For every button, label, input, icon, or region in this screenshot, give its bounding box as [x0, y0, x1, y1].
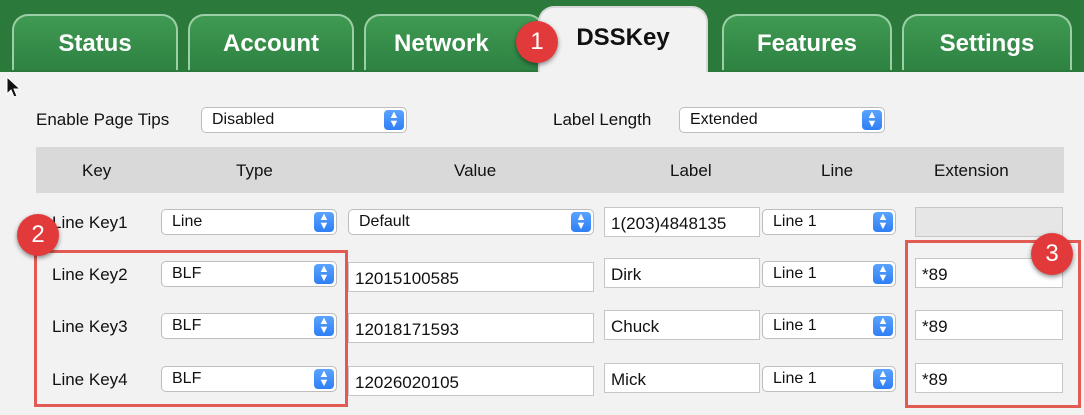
label-input[interactable]: Mick [604, 363, 760, 393]
select-arrows-icon: ▲ ▼ [873, 264, 893, 284]
header-type: Type [236, 161, 273, 180]
header-value: Value [454, 161, 497, 180]
highlight-box-keys [34, 250, 348, 407]
value-input[interactable]: 12015100585 [348, 262, 594, 292]
select-arrows-icon: ▲ ▼ [314, 212, 334, 232]
header-label: Label [670, 161, 712, 180]
select-arrows-icon: ▲ ▼ [384, 110, 404, 130]
tab-status[interactable]: Status [12, 14, 178, 70]
page-tips-label: Enable Page Tips [36, 110, 170, 129]
value-input[interactable]: 12026020105 [348, 366, 594, 396]
line-select[interactable]: Line 1 ▲ ▼ [762, 313, 896, 339]
select-arrows-icon: ▲ ▼ [571, 212, 591, 232]
key-label: Line Key1 [52, 213, 128, 232]
label-input[interactable]: 1(203)4848135 [604, 207, 760, 237]
tab-account[interactable]: Account [188, 14, 354, 70]
label-length-value: Extended [690, 111, 758, 128]
extension-input [915, 207, 1063, 237]
label-length-label: Label Length [553, 110, 652, 129]
select-arrows-icon: ▲ ▼ [862, 110, 882, 130]
type-select[interactable]: Line ▲ ▼ [161, 209, 337, 235]
mouse-cursor-icon [6, 76, 22, 98]
value-text: Default [359, 213, 410, 230]
select-arrows-icon: ▲ ▼ [873, 316, 893, 336]
value-input[interactable]: 12018171593 [348, 313, 594, 343]
select-arrows-icon: ▲ ▼ [873, 369, 893, 389]
label-input[interactable]: Dirk [604, 258, 760, 288]
header-line: Line [821, 161, 854, 180]
callout-1: 1 [516, 21, 558, 63]
header-extension: Extension [934, 161, 1009, 180]
callout-3: 3 [1031, 233, 1073, 275]
value-select[interactable]: Default ▲ ▼ [348, 209, 594, 235]
line-value: Line 1 [773, 213, 817, 230]
page-tips-value: Disabled [212, 111, 275, 128]
tab-settings[interactable]: Settings [902, 14, 1072, 70]
line-value: Line 1 [773, 370, 817, 387]
line-select[interactable]: Line 1 ▲ ▼ [762, 366, 896, 392]
page-tips-select[interactable]: Disabled ▲ ▼ [201, 107, 407, 133]
label-length-select[interactable]: Extended ▲ ▼ [679, 107, 885, 133]
tab-dsskey[interactable]: DSSKey [538, 6, 708, 72]
tab-features[interactable]: Features [722, 14, 892, 70]
table-header: Key Type Value Label Line Extension [36, 147, 1064, 193]
line-value: Line 1 [773, 265, 817, 282]
header-key: Key [82, 161, 112, 180]
label-input[interactable]: Chuck [604, 310, 760, 340]
line-value: Line 1 [773, 317, 817, 334]
select-arrows-icon: ▲ ▼ [873, 212, 893, 232]
line-select[interactable]: Line 1 ▲ ▼ [762, 261, 896, 287]
type-value: Line [172, 213, 203, 230]
line-select[interactable]: Line 1 ▲ ▼ [762, 209, 896, 235]
callout-2: 2 [17, 214, 59, 256]
